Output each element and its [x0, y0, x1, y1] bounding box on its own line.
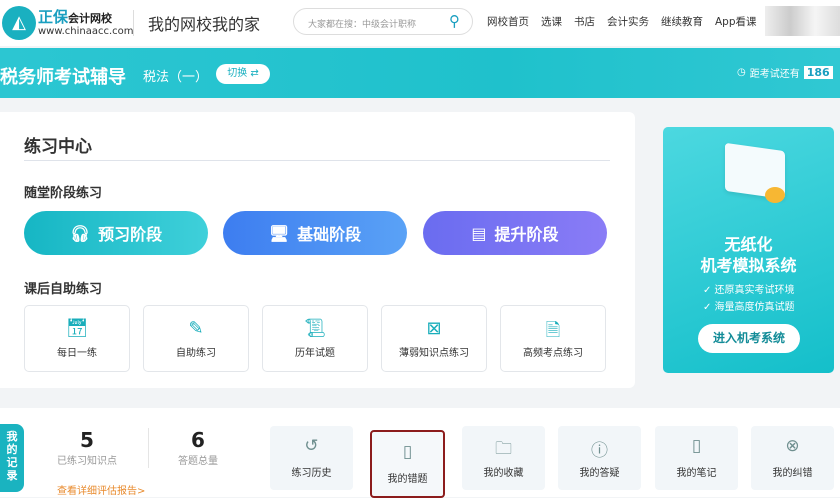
- scroll-icon: 📜︎: [303, 318, 327, 339]
- tile-notes[interactable]: ▯ 我的笔记: [655, 426, 738, 490]
- stage-label: 预习阶段: [98, 225, 163, 244]
- practice-center-title: 练习中心: [24, 137, 92, 157]
- top-header: ◭ 正保会计网校 www.chinaacc.com 我的网校我的家 大家都在搜：…: [0, 0, 840, 46]
- stat-value: 6: [191, 428, 205, 452]
- history-icon: ↺: [304, 436, 319, 456]
- tile-self-practice[interactable]: ✎ 自助练习: [143, 305, 249, 372]
- stage-advance-button[interactable]: ▤ 提升阶段: [423, 211, 607, 255]
- view-report-link[interactable]: 查看详细评估报告>: [57, 482, 145, 497]
- stage-label: 提升阶段: [494, 225, 559, 244]
- nav-app[interactable]: App看课: [715, 14, 757, 29]
- stat-points: 5 已练习知识点: [55, 428, 119, 467]
- tile-high-frequency[interactable]: 🗎 高频考点练习: [500, 305, 606, 372]
- countdown-days: 186: [803, 66, 833, 79]
- brand-main: 正保: [38, 8, 69, 26]
- course-subject: 税法（一）: [143, 70, 209, 85]
- stage-basic-button[interactable]: 🖥︎ 基础阶段: [223, 211, 407, 255]
- tile-daily-practice[interactable]: 📅︎ 每日一练: [24, 305, 130, 372]
- tile-label: 我的错题: [387, 474, 428, 485]
- tile-past-exams[interactable]: 📜︎ 历年试题: [262, 305, 368, 372]
- enter-exam-system-button[interactable]: 进入机考系统: [698, 324, 800, 353]
- section-self-practice: 课后自助练习: [24, 282, 103, 297]
- search-input[interactable]: 大家都在搜：中级会计职称 ⚲: [293, 8, 473, 35]
- monitor-icon: 🖥︎: [268, 223, 290, 243]
- upload-book-icon: ▤: [471, 223, 487, 243]
- brand-url: www.chinaacc.com: [38, 26, 134, 37]
- nav-bookstore[interactable]: 书店: [574, 14, 595, 29]
- search-placeholder: 大家都在搜：中级会计职称: [308, 20, 417, 30]
- tile-favorites[interactable]: 🗀 我的收藏: [462, 426, 545, 490]
- stat-total-answers: 6 答题总量: [168, 428, 228, 467]
- stat-value: 5: [80, 428, 94, 452]
- tile-corrections[interactable]: ⊗ 我的纠错: [751, 426, 834, 490]
- tile-wrong-questions[interactable]: ▯ 我的错题: [370, 430, 445, 498]
- tile-label: 高频考点练习: [523, 348, 583, 359]
- notebook-x-icon: ⊠: [426, 318, 442, 339]
- promo-title-2: 机考模拟系统: [700, 256, 797, 275]
- tile-label: 薄弱知识点练习: [399, 348, 469, 359]
- switch-subject-button[interactable]: 切换 ⇄: [216, 64, 270, 84]
- slogan: 我的网校我的家: [148, 15, 261, 34]
- divider: [133, 10, 134, 36]
- stat-label: 已练习知识点: [57, 456, 117, 467]
- my-records-tag: 我的记录: [0, 424, 24, 492]
- stage-label: 基础阶段: [297, 225, 362, 244]
- search-icon[interactable]: ⚲: [449, 12, 460, 30]
- tile-label: 我的笔记: [676, 468, 717, 479]
- brand-name[interactable]: 正保会计网校: [38, 6, 112, 27]
- nav-home[interactable]: 网校首页: [487, 14, 529, 29]
- notebook-icon: ▯: [691, 436, 702, 456]
- divider: [148, 428, 149, 468]
- top-nav: 网校首页 选课 书店 会计实务 继续教育 App看课: [487, 14, 757, 29]
- exam-simulator-promo: 无纸化 机考模拟系统 ✓ 还原真实考试环境 ✓ 海量高度仿真试题 进入机考系统: [663, 127, 834, 373]
- chat-bubble-icon: [765, 187, 785, 203]
- stage-preview-button[interactable]: 🎧︎ 预习阶段: [24, 211, 208, 255]
- course-title: 税务师考试辅导: [0, 67, 126, 88]
- logo-icon[interactable]: ◭: [2, 6, 36, 40]
- document-clock-icon: 🗎: [545, 320, 561, 341]
- question-icon: ⓘ: [591, 441, 608, 461]
- exam-countdown: ◷ 距考试还有 186: [737, 65, 833, 80]
- folder-icon: 🗀: [495, 439, 512, 459]
- tile-practice-history[interactable]: ↺ 练习历史: [270, 426, 353, 490]
- tile-label: 我的收藏: [483, 468, 524, 479]
- headphones-icon: 🎧︎: [69, 223, 91, 243]
- nav-continuing-edu[interactable]: 继续教育: [661, 14, 703, 29]
- tile-label: 每日一练: [57, 348, 97, 359]
- pencil-icon: ✎: [188, 318, 204, 339]
- user-area-blurred[interactable]: [765, 6, 840, 36]
- stat-label: 答题总量: [178, 456, 218, 467]
- tile-label: 历年试题: [295, 348, 335, 359]
- tile-weak-points[interactable]: ⊠ 薄弱知识点练习: [381, 305, 487, 372]
- countdown-label: 距考试还有: [749, 69, 800, 80]
- nav-accounting[interactable]: 会计实务: [607, 14, 649, 29]
- search-x-icon: ⊗: [785, 436, 800, 456]
- section-stage-practice: 随堂阶段练习: [24, 186, 103, 201]
- tile-label: 自助练习: [176, 348, 216, 359]
- clock-icon: ◷: [737, 67, 746, 78]
- calendar-check-icon: 📅︎: [65, 318, 89, 339]
- tile-label: 练习历史: [291, 468, 332, 479]
- wrong-questions-icon: ▯: [402, 442, 413, 462]
- promo-bullet: ✓ 还原真实考试环境: [703, 285, 795, 296]
- nav-courses[interactable]: 选课: [541, 14, 562, 29]
- tile-label: 我的纠错: [772, 468, 813, 479]
- tile-my-questions[interactable]: ⓘ 我的答疑: [558, 426, 641, 490]
- brand-sub: 会计网校: [68, 12, 113, 25]
- divider: [24, 160, 610, 161]
- course-banner: [0, 48, 840, 98]
- promo-bullet: ✓ 海量高度仿真试题: [703, 302, 795, 313]
- tile-label: 我的答疑: [579, 468, 620, 479]
